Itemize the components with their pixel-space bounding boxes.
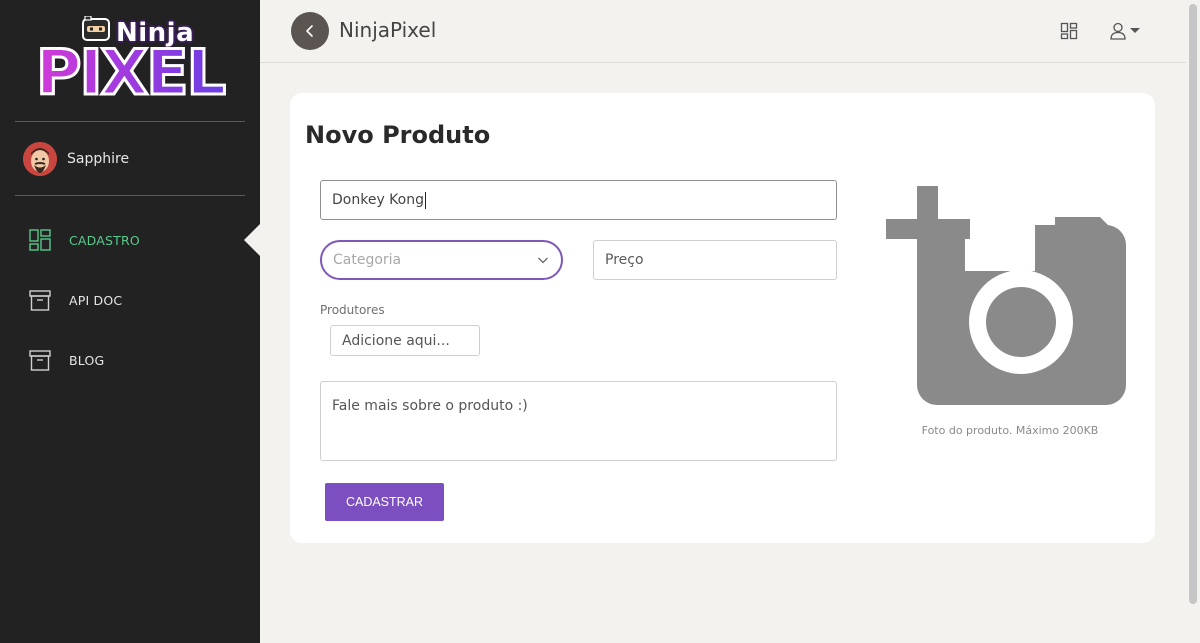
add-photo-icon[interactable] bbox=[885, 185, 1130, 409]
avatar-face-icon bbox=[23, 142, 57, 176]
chevron-down-icon bbox=[538, 257, 548, 264]
sidebar-divider bbox=[15, 195, 245, 196]
scrollbar-thumb[interactable] bbox=[1189, 4, 1197, 604]
form-title: Novo Produto bbox=[305, 121, 491, 149]
archive-icon bbox=[29, 350, 51, 371]
producers-placeholder: Adicione aqui... bbox=[342, 332, 450, 349]
grid-icon[interactable] bbox=[1060, 22, 1078, 40]
sidebar-item-api-doc[interactable]: API DOC bbox=[28, 288, 122, 312]
product-form-card: Novo Produto Donkey Kong Categoria Preço… bbox=[290, 93, 1155, 543]
top-header: NinjaPixel bbox=[260, 0, 1186, 63]
active-indicator bbox=[244, 224, 260, 256]
price-placeholder: Preço bbox=[605, 252, 644, 268]
page-title: NinjaPixel bbox=[339, 18, 437, 42]
product-name-input[interactable]: Donkey Kong bbox=[320, 180, 837, 220]
sidebar-item-cadastro[interactable]: CADASTRO bbox=[28, 228, 140, 252]
sidebar: Ninja PIXEL Sapphire CADASTRO API DOC BL… bbox=[0, 0, 260, 643]
submit-button[interactable]: CADASTRAR bbox=[325, 483, 444, 521]
dashboard-icon bbox=[29, 229, 51, 251]
sidebar-item-label: CADASTRO bbox=[69, 232, 140, 248]
user-name: Sapphire bbox=[67, 151, 130, 167]
description-placeholder: Fale mais sobre o produto :) bbox=[332, 398, 528, 414]
sidebar-divider bbox=[15, 121, 245, 122]
avatar bbox=[23, 142, 57, 176]
text-cursor bbox=[424, 191, 426, 209]
archive-icon bbox=[29, 290, 51, 311]
description-textarea[interactable]: Fale mais sobre o produto :) bbox=[320, 381, 837, 461]
product-name-value: Donkey Kong bbox=[332, 192, 424, 208]
producers-label: Produtores bbox=[320, 303, 385, 317]
user-profile[interactable]: Sapphire bbox=[23, 142, 129, 176]
photo-caption: Foto do produto. Máximo 200KB bbox=[921, 424, 1099, 437]
caret-down-icon bbox=[1130, 28, 1140, 33]
category-select[interactable]: Categoria bbox=[320, 240, 563, 280]
sidebar-item-label: API DOC bbox=[69, 292, 123, 308]
category-placeholder: Categoria bbox=[333, 252, 402, 268]
user-icon bbox=[1110, 22, 1126, 40]
back-button[interactable] bbox=[291, 12, 329, 50]
producers-input[interactable]: Adicione aqui... bbox=[330, 325, 480, 356]
ninjapixel-logo[interactable]: Ninja PIXEL bbox=[30, 10, 230, 110]
user-menu-button[interactable] bbox=[1110, 22, 1140, 40]
sidebar-item-label: BLOG bbox=[69, 352, 105, 368]
sidebar-item-blog[interactable]: BLOG bbox=[28, 348, 104, 372]
back-arrow-icon bbox=[306, 25, 313, 37]
logo-text-pixel: PIXEL bbox=[34, 36, 227, 109]
price-input[interactable]: Preço bbox=[593, 240, 837, 280]
